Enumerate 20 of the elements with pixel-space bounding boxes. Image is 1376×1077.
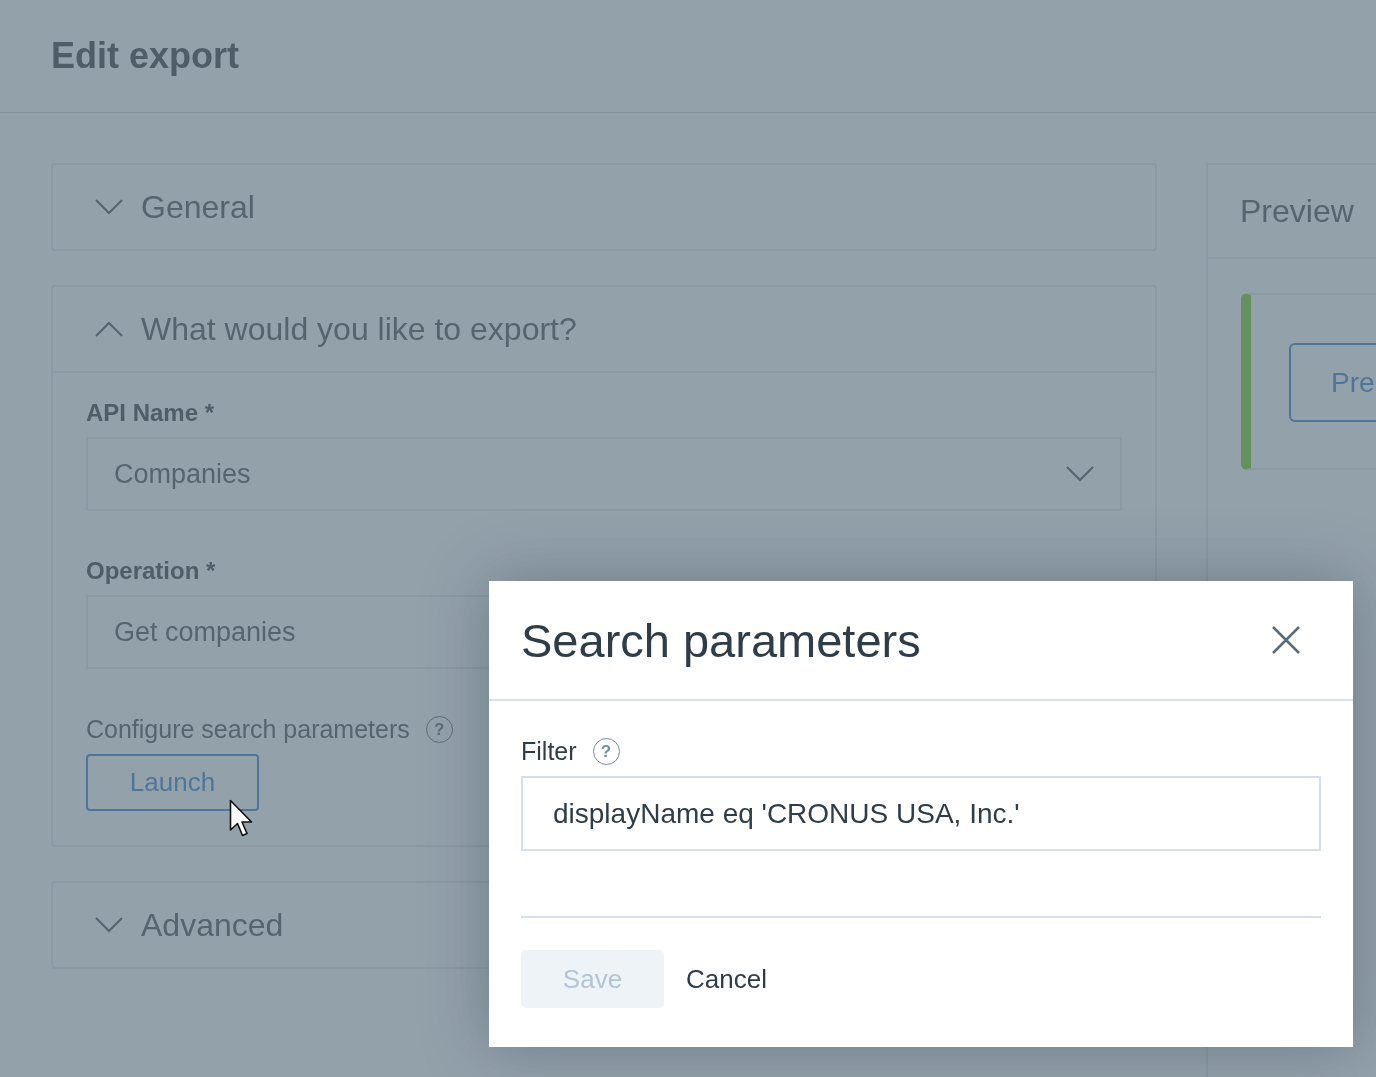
field-label: Operation * — [86, 557, 217, 585]
cancel-button[interactable]: Cancel — [686, 950, 767, 1008]
chevron-icon[interactable] — [95, 917, 123, 933]
field-label: Filter — [521, 737, 577, 766]
page-title: Edit export — [51, 35, 239, 77]
field-label: Configure search parameters — [86, 715, 410, 744]
close-icon[interactable] — [1271, 625, 1301, 655]
section-title[interactable]: What would you like to export? — [141, 310, 577, 348]
chevron-icon[interactable] — [95, 199, 123, 215]
chevron-icon[interactable] — [95, 321, 123, 337]
launch-button[interactable]: Launch — [86, 754, 259, 811]
section-title[interactable]: General — [141, 188, 255, 226]
preview-button[interactable]: Pre — [1289, 343, 1376, 422]
panel-title: Preview — [1208, 165, 1376, 259]
chevron-icon — [1066, 466, 1094, 482]
dialog-title: Search parameters — [521, 612, 921, 668]
field-label: API Name * — [86, 399, 216, 427]
filter-input[interactable]: displayName eq 'CRONUS USA, Inc.' — [521, 776, 1321, 851]
dropdown-field[interactable]: Companies — [86, 437, 1122, 511]
section-title[interactable]: Advanced — [141, 906, 284, 944]
